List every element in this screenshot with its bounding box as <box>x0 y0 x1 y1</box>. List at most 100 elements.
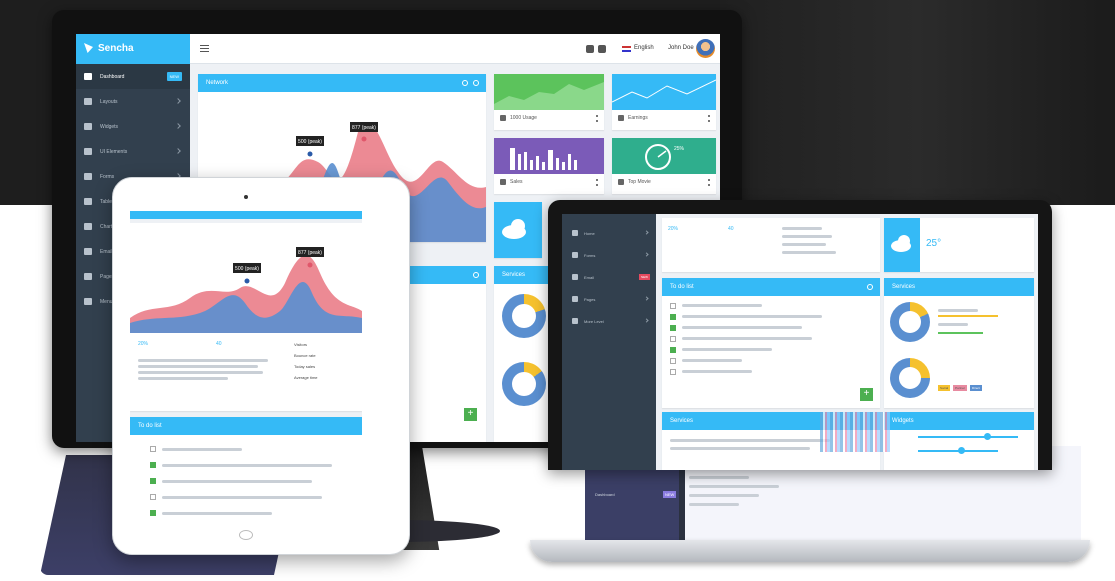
database-icon <box>500 115 506 121</box>
tablet-todo-card: To do list <box>130 417 362 541</box>
brand-logo[interactable]: Sencha <box>76 34 190 64</box>
sidebar-item-dashboard[interactable]: Dashboard NEW <box>76 64 190 89</box>
user-name[interactable]: John Doe <box>668 45 694 51</box>
stat-value: 20% <box>138 341 149 347</box>
image-artifact <box>820 412 890 452</box>
tile-label: 1000 Usage <box>510 115 537 121</box>
tile-label: Top Movie <box>628 179 651 185</box>
usage-sparkline <box>494 82 604 110</box>
checkbox[interactable] <box>150 510 156 516</box>
checkbox[interactable] <box>150 446 156 452</box>
list-item[interactable] <box>662 322 880 333</box>
sidebar-item-pages[interactable]: Pages <box>562 288 656 310</box>
earnings-sparkline <box>612 79 716 103</box>
sidebar-label: More Level <box>584 318 604 324</box>
card-header: To do list <box>662 278 880 296</box>
refresh-icon[interactable] <box>462 80 468 86</box>
sidebar-label: Email <box>584 274 595 280</box>
checkbox[interactable] <box>670 335 676 342</box>
sidebar-item-forms[interactable]: Forms <box>562 244 656 266</box>
home-button[interactable] <box>239 530 253 540</box>
stat-value: 40 <box>216 341 222 347</box>
list-item[interactable] <box>130 441 362 457</box>
list-item[interactable] <box>662 311 880 322</box>
add-todo-button[interactable]: + <box>464 408 477 421</box>
sidebar-item-home[interactable]: Home <box>562 222 656 244</box>
cloud-icon <box>891 235 911 252</box>
new-badge: NEW <box>639 274 650 280</box>
weather-temp: 25° <box>926 238 942 249</box>
slider-track[interactable] <box>918 436 1018 438</box>
sidebar-item-widgets[interactable]: Widgets <box>76 114 190 139</box>
slider-handle[interactable] <box>984 433 991 440</box>
deck-sidebar-label[interactable]: Dashboard <box>595 492 615 497</box>
sidebar-item-email[interactable]: Email NEW <box>562 266 656 288</box>
services-donut <box>502 294 546 338</box>
slider-handle[interactable] <box>958 447 965 454</box>
checkbox[interactable] <box>670 302 676 309</box>
laptop-sidebar: Home Forms Email NEW Pages More Level <box>562 214 656 470</box>
sidebar-item-more-level[interactable]: More Level <box>562 310 656 332</box>
stat-lines <box>782 224 872 259</box>
checkbox[interactable] <box>670 357 676 364</box>
list-item[interactable] <box>662 366 880 377</box>
legend-direct: Direct <box>970 385 982 391</box>
gear-icon[interactable] <box>473 272 479 278</box>
laptop-screen: Home Forms Email NEW Pages More Level 20%… <box>562 214 1038 470</box>
laptop-services-card: Services Social Partner Direct <box>884 278 1034 408</box>
gear-icon[interactable] <box>473 80 479 86</box>
monitor-topbar: English John Doe <box>190 34 720 64</box>
list-item[interactable] <box>130 473 362 489</box>
sidebar-label: Email <box>100 248 113 255</box>
tile-earnings[interactable]: Earnings <box>612 74 716 130</box>
list-item[interactable] <box>662 333 880 344</box>
search-icon[interactable] <box>586 45 594 53</box>
todo-list <box>662 296 880 377</box>
checkbox[interactable] <box>150 478 156 484</box>
tablet-network-card: 500 (peak) 877 (peak) 20% 40 Visitors Bo… <box>130 223 362 411</box>
laptop-widgets-card: Widgets <box>884 412 1034 470</box>
checkbox[interactable] <box>670 313 676 320</box>
level-icon <box>572 318 578 324</box>
hamburger-menu-icon[interactable] <box>200 45 209 52</box>
sidebar-label: Widgets <box>100 123 119 130</box>
checkbox[interactable] <box>150 462 156 468</box>
weather-tile <box>494 202 542 258</box>
sidebar-item-layouts[interactable]: Layouts <box>76 89 190 114</box>
more-icon[interactable] <box>708 179 710 186</box>
sales-bars <box>510 148 577 170</box>
checkbox[interactable] <box>150 494 156 500</box>
checkbox[interactable] <box>670 368 676 375</box>
tile-sparkline <box>494 74 604 110</box>
list-item[interactable] <box>662 344 880 355</box>
list-item[interactable] <box>662 355 880 366</box>
list-item[interactable] <box>662 300 880 311</box>
add-todo-button[interactable]: + <box>860 388 873 401</box>
stat-list: Visitors Bounce rate Today sales Average… <box>294 339 318 383</box>
avatar[interactable] <box>696 39 715 58</box>
gear-icon[interactable] <box>867 284 873 290</box>
cart-icon <box>500 179 506 185</box>
monitor-icon <box>84 73 92 80</box>
tile-sales[interactable]: Sales <box>494 138 604 194</box>
sidebar-item-ui-elements[interactable]: UI Elements <box>76 139 190 164</box>
language-select[interactable]: English <box>634 45 654 51</box>
list-item[interactable] <box>130 489 362 505</box>
more-icon[interactable] <box>708 115 710 122</box>
more-icon[interactable] <box>596 115 598 122</box>
services-card: Services <box>494 266 554 442</box>
list-item[interactable] <box>130 457 362 473</box>
chart-icon <box>84 223 92 230</box>
checkbox[interactable] <box>670 346 676 353</box>
checkbox[interactable] <box>670 324 676 331</box>
stat-item: Average time <box>294 375 318 380</box>
tile-top-movie[interactable]: 25% Top Movie <box>612 138 716 194</box>
peak-label: 500 (peak) <box>235 266 259 272</box>
more-icon[interactable] <box>596 179 598 186</box>
mail-icon[interactable] <box>598 45 606 53</box>
list-item[interactable] <box>130 505 362 521</box>
sidebar-label: Forms <box>584 252 596 258</box>
stat-1: 20% <box>138 341 148 347</box>
tile-usage[interactable]: 1000 Usage <box>494 74 604 130</box>
chevron-right-icon <box>175 123 181 129</box>
